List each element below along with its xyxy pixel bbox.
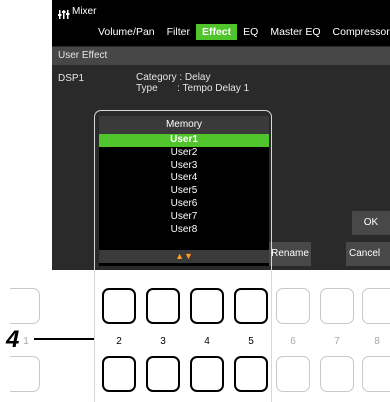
effect-info: Category : Delay Type : Tempo Delay 1 bbox=[136, 72, 249, 94]
panel-button-4-upper[interactable] bbox=[190, 288, 224, 324]
panel-button-7-lower[interactable] bbox=[320, 356, 354, 392]
title-bar: Mixer Volume/Pan Filter Effect EQ Master… bbox=[52, 0, 390, 46]
button-number-4: 4 bbox=[204, 336, 210, 347]
step-callout-number: 4 bbox=[6, 326, 20, 353]
tab-eq[interactable]: EQ bbox=[237, 24, 264, 40]
panel-button-5-lower[interactable] bbox=[234, 356, 268, 392]
panel-button-1-upper[interactable] bbox=[10, 288, 40, 324]
button-number-6: 6 bbox=[290, 336, 296, 347]
button-number-2: 2 bbox=[116, 336, 122, 347]
panel-button-3-upper[interactable] bbox=[146, 288, 180, 324]
app-title: Mixer bbox=[72, 6, 97, 17]
tab-master-eq[interactable]: Master EQ bbox=[264, 24, 326, 40]
tab-effect[interactable]: Effect bbox=[195, 24, 238, 40]
panel-button-2-lower[interactable] bbox=[102, 356, 136, 392]
rename-button[interactable]: Rename bbox=[269, 242, 311, 266]
ok-button[interactable]: OK bbox=[352, 211, 390, 235]
tab-filter[interactable]: Filter bbox=[161, 24, 196, 40]
panel-button-5-upper[interactable] bbox=[234, 288, 268, 324]
button-number-7: 7 bbox=[334, 336, 340, 347]
mixer-icon bbox=[58, 10, 70, 19]
type-line: Type : Tempo Delay 1 bbox=[136, 83, 250, 94]
tab-compressor[interactable]: Compressor bbox=[327, 24, 390, 40]
panel-button-1-lower[interactable] bbox=[10, 356, 40, 392]
panel-button-4-lower[interactable] bbox=[190, 356, 224, 392]
panel-button-8-upper[interactable] bbox=[362, 288, 390, 324]
button-number-8: 8 bbox=[374, 336, 380, 347]
panel-button-3-lower[interactable] bbox=[146, 356, 180, 392]
dsp-label: DSP1 bbox=[58, 73, 85, 84]
button-number-5: 5 bbox=[248, 336, 254, 347]
panel-button-6-upper[interactable] bbox=[276, 288, 310, 324]
tab-bar: Volume/Pan Filter Effect EQ Master EQ Co… bbox=[92, 24, 390, 40]
tab-volume-pan[interactable]: Volume/Pan bbox=[92, 24, 161, 40]
section-header: User Effect bbox=[52, 47, 390, 65]
panel-button-8-lower[interactable] bbox=[362, 356, 390, 392]
section-title: User Effect bbox=[58, 50, 108, 61]
button-number-3: 3 bbox=[160, 336, 166, 347]
panel-button-7-upper[interactable] bbox=[320, 288, 354, 324]
cancel-button[interactable]: Cancel bbox=[346, 242, 390, 266]
panel-button-6-lower[interactable] bbox=[276, 356, 310, 392]
panel-button-2-upper[interactable] bbox=[102, 288, 136, 324]
callout-leader-line bbox=[34, 338, 94, 340]
category-line: Category : Delay bbox=[136, 72, 211, 83]
